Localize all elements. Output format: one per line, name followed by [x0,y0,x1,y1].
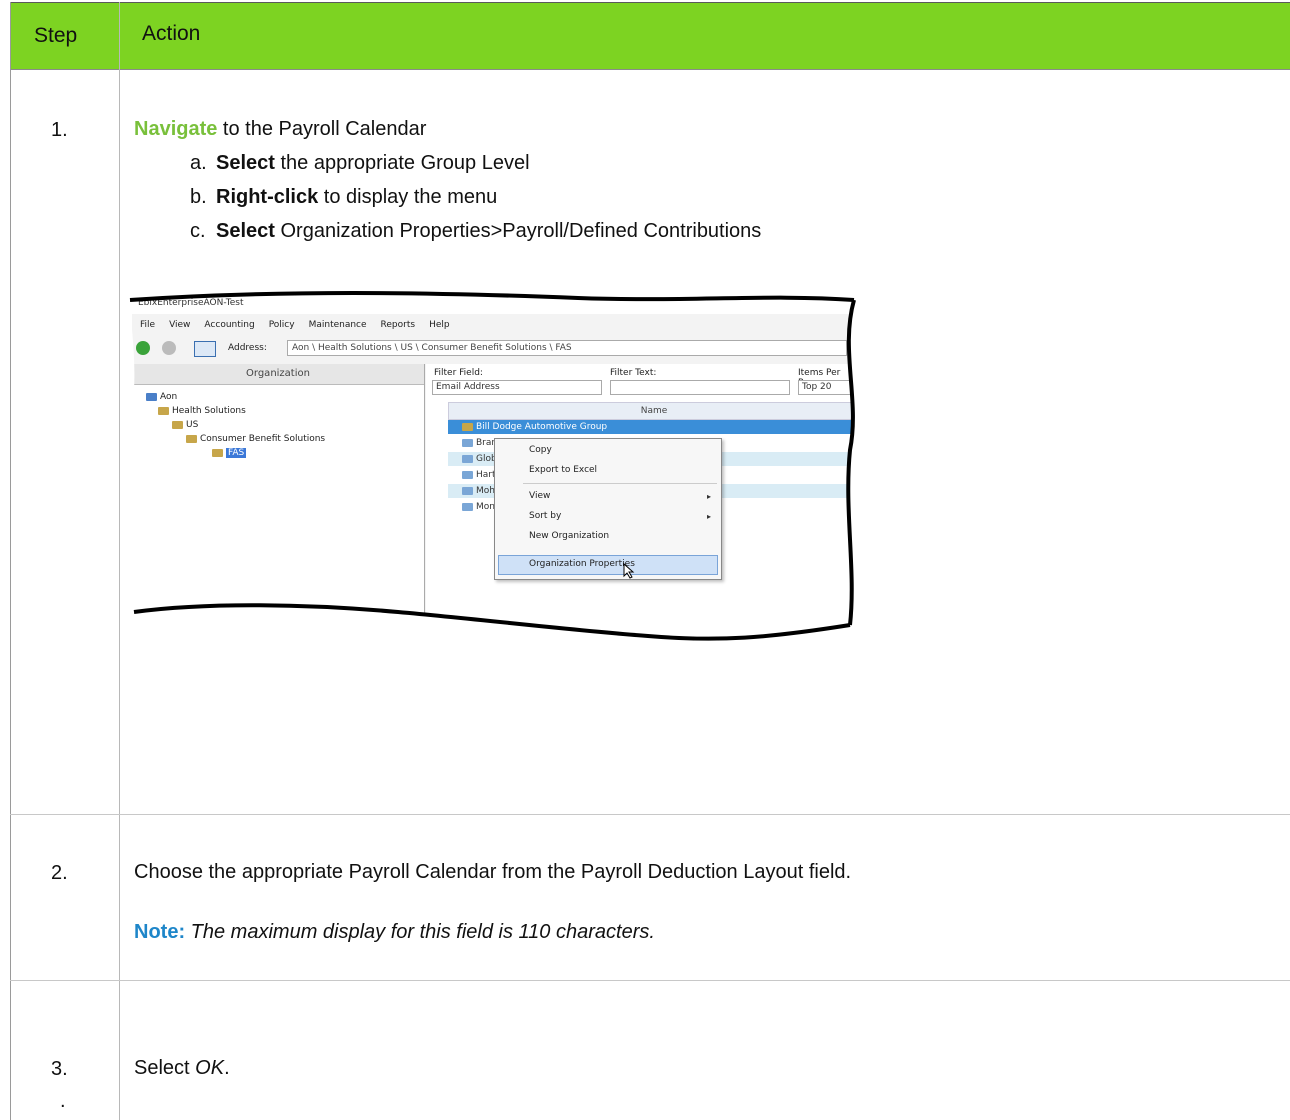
step-1-verb: Navigate [134,118,218,140]
step-1-text: to the Payroll Calendar [217,118,427,140]
substep-c-text: Organization Properties>Payroll/Defined … [274,220,762,242]
step-3-number-tail: . [60,1090,66,1112]
substep-b-verb: Right-click [216,186,319,208]
instruction-table: Step Action 1. Navigate to the Payroll C… [0,0,1290,1120]
substep-b-marker: b. [190,186,207,208]
step-2-note: Note: The maximum display for this field… [134,921,655,944]
step-2-instruction: Choose the appropriate Payroll Calendar … [134,861,852,883]
table-left-border [10,2,11,1120]
step-2-number: 2. [51,862,68,884]
step-1-number: 1. [51,119,68,141]
step-1-instruction: Navigate to the Payroll Calendar [134,118,426,141]
note-text: The maximum display for this field is 11… [185,921,655,943]
header-action: Action [142,22,201,45]
step-3-text-prefix: Select [134,1057,196,1079]
substep-a: a. Select the appropriate Group Level [190,152,530,175]
header-step: Step [34,24,78,47]
step-3-instruction: Select OK. [134,1057,230,1080]
column-divider [119,2,120,1120]
note-label: Note: [134,921,186,943]
application-screenshot: EbixEnterpriseAON-Test File View Account… [128,290,873,650]
substep-c: c. Select Organization Properties>Payroll… [190,220,761,243]
row-divider-2 [10,980,1290,981]
substep-a-marker: a. [190,152,207,174]
substep-a-verb: Select [216,152,275,174]
step-3-number: 3. [51,1058,68,1080]
substep-c-marker: c. [190,220,206,242]
substep-b-text: to display the menu [318,186,498,208]
step-3-ok: OK [195,1057,225,1079]
substep-a-text: the appropriate Group Level [274,152,530,174]
substep-b: b. Right-click to display the menu [190,186,497,209]
row-divider-1 [10,814,1290,815]
substep-c-verb: Select [216,220,275,242]
step-3-text-suffix: . [224,1057,230,1079]
table-header: Step Action [10,2,1290,70]
torn-edge-frame [128,290,873,650]
